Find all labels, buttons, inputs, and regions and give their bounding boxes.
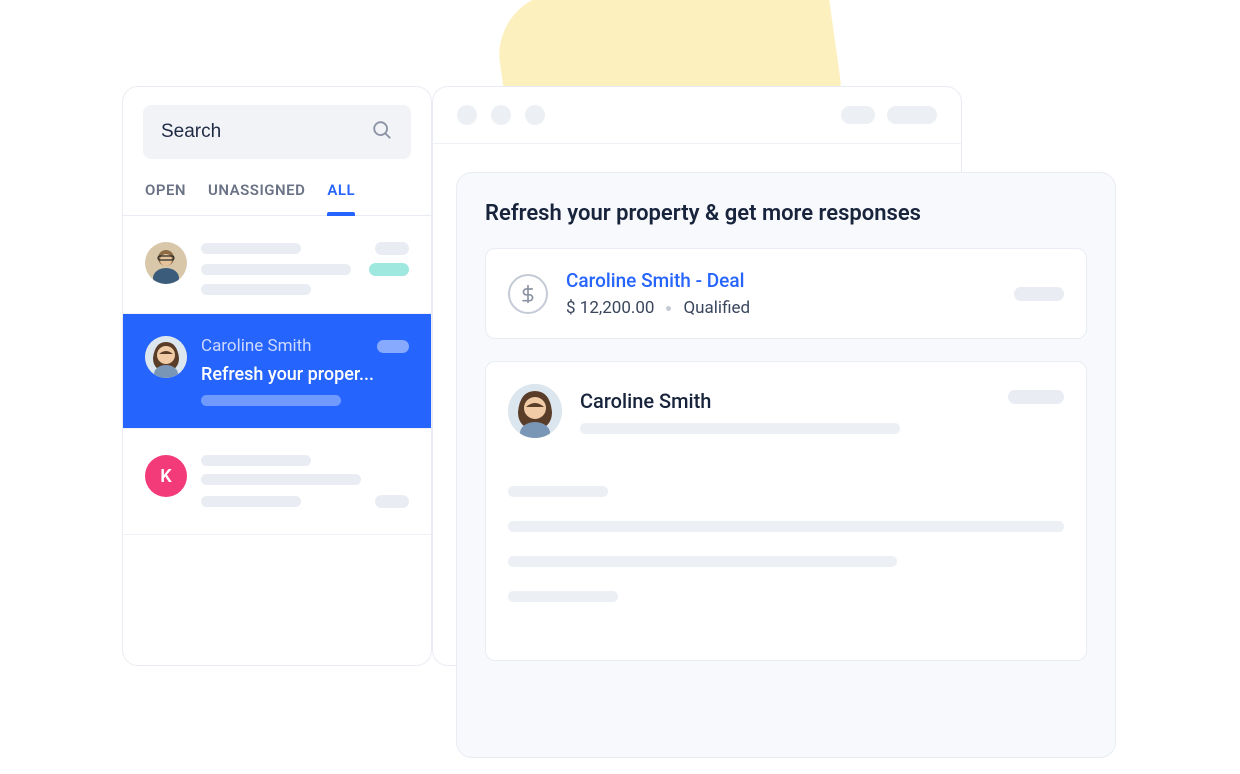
detail-panel: Refresh your property & get more respons…	[456, 172, 1116, 758]
inbox-sidebar: OPEN UNASSIGNED ALL	[122, 86, 432, 666]
skeleton-line	[201, 264, 351, 275]
window-chip	[841, 106, 875, 124]
skeleton-line	[580, 423, 900, 434]
deal-title: Caroline Smith - Deal	[566, 269, 996, 292]
skeleton-line	[201, 455, 311, 466]
search-icon	[371, 119, 393, 145]
conversation-item[interactable]: K	[123, 429, 431, 535]
tab-unassigned[interactable]: UNASSIGNED	[208, 181, 305, 215]
conversation-item[interactable]	[123, 216, 431, 314]
deal-status: Qualified	[683, 298, 750, 318]
window-dot	[457, 105, 477, 125]
window-dot	[525, 105, 545, 125]
conversation-list: Caroline Smith Refresh your proper... K	[123, 216, 431, 535]
skeleton-pill	[1014, 287, 1064, 301]
dollar-icon	[508, 274, 548, 314]
avatar	[145, 336, 187, 378]
skeleton-line	[201, 284, 311, 295]
tab-open[interactable]: OPEN	[145, 181, 186, 215]
deal-card[interactable]: Caroline Smith - Deal $ 12,200.00 Qualif…	[485, 248, 1087, 339]
skeleton-line	[508, 521, 1064, 532]
detail-title: Refresh your property & get more respons…	[485, 201, 1087, 226]
skeleton-line	[508, 486, 608, 497]
avatar	[508, 384, 562, 438]
window-chip	[887, 106, 937, 124]
message-card: Caroline Smith	[485, 361, 1087, 661]
search-input-wrapper[interactable]	[143, 105, 411, 159]
message-sender: Caroline Smith	[580, 389, 990, 413]
filter-tabs: OPEN UNASSIGNED ALL	[123, 159, 431, 216]
conversation-sender: Caroline Smith	[201, 336, 312, 356]
separator-dot	[666, 306, 671, 311]
conversation-item-selected[interactable]: Caroline Smith Refresh your proper...	[123, 314, 431, 429]
search-input[interactable]	[161, 121, 371, 143]
skeleton-pill	[375, 242, 409, 255]
skeleton-line	[508, 591, 618, 602]
skeleton-pill	[1008, 390, 1064, 404]
tab-all[interactable]: ALL	[327, 181, 355, 215]
window-dot	[491, 105, 511, 125]
skeleton-pill	[369, 263, 409, 276]
background-window-header	[433, 87, 961, 144]
skeleton-line	[201, 395, 341, 406]
skeleton-pill	[377, 340, 409, 353]
skeleton-pill	[375, 495, 409, 508]
avatar	[145, 242, 187, 284]
conversation-subject: Refresh your proper...	[201, 364, 409, 385]
avatar-initial: K	[145, 455, 187, 497]
skeleton-line	[508, 556, 897, 567]
skeleton-line	[201, 496, 301, 507]
skeleton-line	[201, 474, 361, 485]
skeleton-line	[201, 243, 301, 254]
deal-amount: $ 12,200.00	[566, 298, 654, 318]
